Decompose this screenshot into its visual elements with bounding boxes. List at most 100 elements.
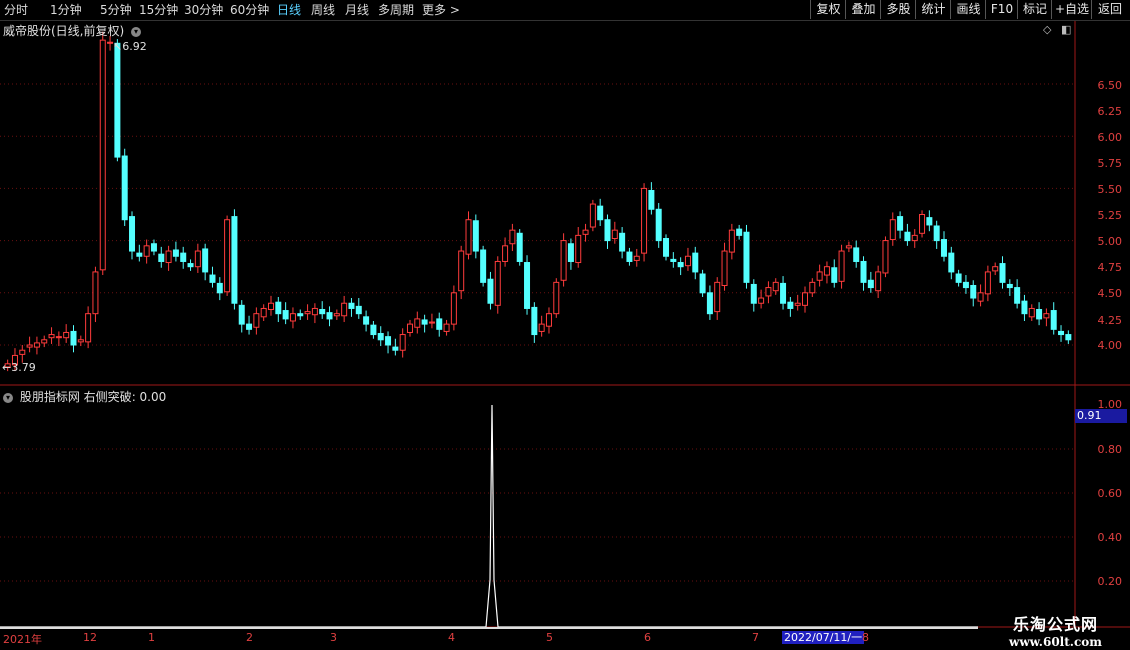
candle-body bbox=[984, 271, 991, 295]
indicator-series bbox=[0, 404, 978, 628]
candle-body bbox=[187, 263, 194, 268]
ytick-475: 4.75 bbox=[1097, 261, 1123, 274]
candle-body bbox=[919, 214, 926, 234]
candle-body bbox=[136, 252, 143, 257]
price-grid bbox=[0, 83, 1075, 582]
candle-body bbox=[33, 342, 40, 348]
candle-body bbox=[465, 219, 472, 255]
candle-body bbox=[604, 219, 611, 242]
candle-body bbox=[736, 228, 743, 236]
candle-body bbox=[845, 245, 852, 249]
candle-body bbox=[1050, 310, 1057, 330]
watermark-line2: www.60lt.com bbox=[1009, 635, 1102, 649]
candle-body bbox=[48, 334, 55, 339]
watermark: 乐淘公式网 www.60lt.com bbox=[998, 611, 1113, 649]
candle-body bbox=[209, 274, 216, 283]
xlabel-4: 4 bbox=[448, 631, 455, 644]
candle-body bbox=[1065, 334, 1072, 341]
candle-body bbox=[385, 336, 392, 346]
candle-body bbox=[458, 250, 465, 292]
candle-body bbox=[19, 349, 26, 355]
candle-body bbox=[911, 234, 918, 242]
candle-body bbox=[92, 271, 99, 315]
candle-body bbox=[933, 225, 940, 242]
candle-body bbox=[860, 260, 867, 283]
indicator-line bbox=[0, 404, 978, 628]
ytick-500: 5.00 bbox=[1097, 235, 1123, 248]
candle-body bbox=[787, 301, 794, 309]
candle-body bbox=[399, 334, 406, 351]
ytick-400: 4.00 bbox=[1097, 339, 1123, 352]
high-price-label: ↖6.92 bbox=[113, 40, 147, 53]
candle-body bbox=[699, 273, 706, 294]
candle-body bbox=[516, 232, 523, 262]
candle-body bbox=[268, 302, 274, 311]
candle-body bbox=[889, 219, 896, 241]
sub-ytick-020: 0.20 bbox=[1097, 575, 1123, 588]
candle-body bbox=[677, 262, 684, 268]
indicator-title[interactable]: ▾ 股朋指标网 右侧突破: 0.00 bbox=[3, 388, 166, 405]
candle-body bbox=[502, 245, 509, 262]
candle-body bbox=[597, 205, 604, 221]
ytick-575: 5.75 bbox=[1097, 157, 1123, 170]
candle-body bbox=[641, 187, 648, 254]
ytick-650: 6.50 bbox=[1097, 79, 1123, 92]
ytick-625: 6.25 bbox=[1097, 105, 1123, 118]
ytick-450: 4.50 bbox=[1097, 287, 1123, 300]
candle-body bbox=[1006, 283, 1013, 289]
candle-body bbox=[107, 41, 114, 44]
candle-body bbox=[809, 281, 816, 294]
candle-body bbox=[897, 216, 904, 231]
candle-body bbox=[289, 313, 296, 322]
sub-ytick-040: 0.40 bbox=[1097, 531, 1123, 544]
candle-body bbox=[940, 239, 947, 257]
candle-body bbox=[70, 330, 77, 346]
candle-body bbox=[428, 321, 435, 324]
candle-body bbox=[626, 251, 633, 262]
candle-body bbox=[370, 324, 377, 336]
candle-body bbox=[970, 284, 977, 299]
candle-body bbox=[41, 339, 48, 344]
candle-body bbox=[575, 234, 582, 264]
candle-body bbox=[567, 243, 574, 262]
candle-body bbox=[538, 323, 545, 332]
diamond-icon[interactable]: ◇ bbox=[1043, 23, 1051, 36]
candle-body bbox=[670, 258, 677, 262]
candle-body bbox=[297, 313, 304, 317]
sub-ytick-080: 0.80 bbox=[1097, 443, 1123, 456]
candle-body bbox=[509, 229, 516, 245]
kline-chart[interactable] bbox=[0, 0, 1130, 650]
candle-body bbox=[867, 279, 874, 289]
stock-title[interactable]: 威帝股份(日线,前复权) ▾ bbox=[3, 22, 142, 39]
candle-body bbox=[443, 323, 450, 332]
chevron-down-icon[interactable]: ▾ bbox=[3, 392, 13, 403]
candle-body bbox=[794, 302, 801, 306]
candle-body bbox=[355, 305, 362, 315]
candle-body bbox=[99, 39, 106, 271]
candle-body bbox=[494, 260, 501, 306]
candle-body bbox=[648, 189, 655, 210]
candle-body bbox=[802, 292, 808, 306]
xlabel-2021: 2021年 bbox=[3, 633, 42, 646]
candle-body bbox=[560, 240, 567, 281]
candle-body bbox=[121, 155, 128, 221]
candle-body bbox=[992, 266, 999, 272]
ytick-600: 6.00 bbox=[1097, 131, 1123, 144]
candle-body bbox=[406, 323, 413, 333]
candle-body bbox=[962, 281, 969, 289]
indicator-baseline bbox=[0, 627, 978, 629]
candle-body bbox=[304, 311, 311, 315]
candle-body bbox=[172, 249, 179, 257]
chevron-down-icon[interactable]: ▾ bbox=[131, 26, 142, 37]
candle-body bbox=[282, 310, 289, 320]
candle-body bbox=[545, 313, 552, 327]
xlabel-2: 2 bbox=[246, 631, 253, 644]
candle-body bbox=[480, 249, 487, 283]
candle-body bbox=[619, 232, 626, 252]
candle-body bbox=[238, 304, 245, 325]
candle-body bbox=[999, 263, 1006, 283]
panel-toggle-icon[interactable]: ◧ bbox=[1061, 23, 1071, 36]
candle-body bbox=[904, 231, 911, 242]
candle-body bbox=[955, 273, 962, 283]
candle-body bbox=[421, 319, 428, 325]
